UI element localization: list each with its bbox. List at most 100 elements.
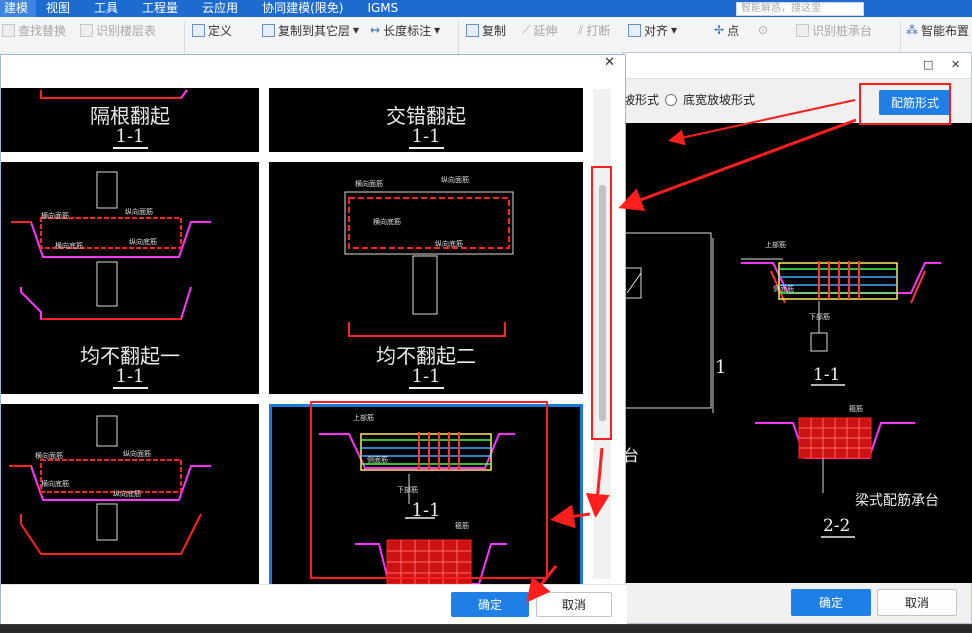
align-button[interactable]: 对齐 ▾ <box>628 21 677 39</box>
ok-button[interactable]: 确定 <box>451 592 529 617</box>
option-cell-beam-rebar[interactable]: 上部筋 侧面筋 下部筋 箍筋 1-1 <box>269 404 583 612</box>
menu-item-igms[interactable]: IGMS <box>357 0 412 17</box>
maximize-icon[interactable]: □ <box>923 58 933 71</box>
option-cell-alternate-lift[interactable]: 隔根翻起 1-1 <box>1 88 259 152</box>
dimension-icon: ↔ <box>370 23 381 37</box>
bottom-wide-radio[interactable] <box>665 93 678 106</box>
ribbon-divider <box>184 21 185 55</box>
option-cell-no-lift-one[interactable]: 横向面筋 纵向面筋 横向底筋 纵向底筋 均不翻起一 1-1 <box>1 162 259 394</box>
svg-text:侧面筋: 侧面筋 <box>367 455 388 464</box>
back-dialog-titlebar: □ ✕ <box>623 53 971 79</box>
close-icon[interactable]: ✕ <box>604 55 615 70</box>
svg-text:横向面筋: 横向面筋 <box>355 179 383 188</box>
copy-to-floor-button[interactable]: 复制到其它层 ▾ <box>262 21 359 39</box>
close-icon[interactable]: ✕ <box>951 58 960 71</box>
dialog-titlebar: ✕ <box>1 55 625 73</box>
rebar-form-dialog: ✕ 隔根翻起 1-1 交错翻起 1-1 横向面筋 纵向面筋 横向底筋 纵向底筋 … <box>0 54 627 624</box>
break-button[interactable]: ⫽ 打断 <box>578 21 610 39</box>
identify-floor-icon <box>80 23 93 37</box>
dialog-footer: 确定 取消 <box>1 584 627 624</box>
smart-layout-button[interactable]: ⁂ 智能布置 <box>906 21 969 39</box>
section-2-2-label: 2-2 <box>823 516 850 536</box>
back-ok-button[interactable]: 确定 <box>791 589 871 616</box>
rebar-form-grid: 隔根翻起 1-1 交错翻起 1-1 横向面筋 纵向面筋 横向底筋 纵向底筋 均不… <box>1 80 591 612</box>
svg-text:横向底筋: 横向底筋 <box>373 217 401 226</box>
find-replace-icon <box>2 23 15 37</box>
identify-pile-button[interactable]: 识别桩承台 <box>796 21 872 39</box>
svg-text:横向面筋: 横向面筋 <box>35 451 63 460</box>
option-cell-no-lift-two[interactable]: 横向面筋 纵向面筋 横向底筋 纵向底筋 均不翻起二 1-1 <box>269 162 583 394</box>
back-preview-canvas: 1 台 上部筋 侧面筋 下部筋 <box>623 123 972 583</box>
back-preview-drawing: 1 台 上部筋 侧面筋 下部筋 <box>623 232 941 538</box>
scrollbar-thumb[interactable] <box>599 185 606 421</box>
extend-button[interactable]: ⟋ 延伸 <box>522 21 557 39</box>
cell-caption: 隔根翻起 <box>90 104 170 128</box>
smart-layout-icon: ⁂ <box>906 23 918 37</box>
column-outline <box>623 232 712 409</box>
hatch-line <box>626 272 642 294</box>
svg-text:纵向底筋: 纵向底筋 <box>113 489 141 498</box>
slope-options: 坡形式 底宽放坡形式 <box>623 91 755 108</box>
identify-floor-button[interactable]: 识别楼层表 <box>80 21 156 39</box>
svg-text:横向底筋: 横向底筋 <box>41 479 69 488</box>
caption-beam-cap: 梁式配筋承台 <box>855 492 939 509</box>
svg-text:横向底筋: 横向底筋 <box>55 241 83 250</box>
cancel-button[interactable]: 取消 <box>536 592 612 617</box>
menu-item-cloud[interactable]: 云应用 <box>192 0 252 17</box>
define-icon <box>192 23 205 37</box>
rotate-icon: ⊙ <box>758 23 769 37</box>
svg-text:下部筋: 下部筋 <box>397 485 418 494</box>
cell-section: 1-1 <box>269 366 583 389</box>
back-cancel-button[interactable]: 取消 <box>877 589 957 616</box>
point-button[interactable]: ✢ 点 <box>714 21 739 39</box>
menu-item-collab[interactable]: 协同建模(限免) <box>252 0 357 17</box>
menu-bar: 建模 视图 工具 工程量 云应用 协同建模(限免) IGMS 智能解惑，搜这里 <box>0 0 972 17</box>
search-input[interactable]: 智能解惑，搜这里 <box>736 1 864 16</box>
cell-section: 1-1 <box>411 500 441 521</box>
ribbon-divider <box>458 21 459 55</box>
option-slope-label[interactable]: 坡形式 <box>623 91 659 108</box>
extend-icon: ⟋ <box>522 22 531 37</box>
svg-text:纵向面筋: 纵向面筋 <box>125 207 153 216</box>
rebar-form-button[interactable]: 配筋形式 <box>879 90 951 115</box>
copy-icon <box>466 23 479 37</box>
option-cell-side-lift[interactable]: 横向面筋 纵向面筋 横向底筋 纵向底筋 <box>1 404 259 612</box>
option-cell-staggered-lift[interactable]: 交错翻起 1-1 <box>269 88 583 152</box>
chevron-down-icon: ▾ <box>353 23 360 37</box>
svg-text:纵向底筋: 纵向底筋 <box>435 239 463 248</box>
cell-caption: 均不翻起二 <box>376 344 476 368</box>
ribbon-toolbar: 查找替换 识别楼层表 定义 复制到其它层 ▾ ↔ 长度标注 ▾ 复制 ⟋ 延伸 ⫽ 打断 … <box>0 17 972 57</box>
vertical-scrollbar[interactable] <box>593 89 611 579</box>
cell-caption: 均不翻起一 <box>80 344 180 368</box>
cell-section: 1-1 <box>1 366 259 389</box>
rotate-point-button[interactable]: ⊙ <box>758 21 768 39</box>
ribbon-divider <box>900 21 901 55</box>
status-strip <box>0 624 972 633</box>
cell-section: 1-1 <box>1 126 259 149</box>
svg-text:纵向底筋: 纵向底筋 <box>129 237 157 246</box>
cell-caption: 交错翻起 <box>386 104 466 128</box>
svg-text:箍筋: 箍筋 <box>849 404 863 413</box>
section-1-1-drawing: 上部筋 侧面筋 下部筋 1-1 <box>741 240 941 386</box>
label-one: 1 <box>715 357 726 378</box>
section-1-1-label: 1-1 <box>813 365 840 385</box>
column-hatch <box>624 267 642 299</box>
option-bottom-wide-label[interactable]: 底宽放坡形式 <box>683 91 755 108</box>
svg-text:纵向面筋: 纵向面筋 <box>123 449 151 458</box>
svg-text:箍筋: 箍筋 <box>455 521 469 530</box>
menu-item-tools[interactable]: 工具 <box>84 0 132 17</box>
align-icon <box>628 23 641 37</box>
svg-text:侧面筋: 侧面筋 <box>773 284 794 293</box>
back-dialog: □ ✕ 坡形式 底宽放坡形式 配筋形式 1 台 上部筋 侧面筋 1-1 箍筋 2… <box>622 52 972 624</box>
chevron-down-icon: ▾ <box>671 23 678 37</box>
length-mark-button[interactable]: ↔ 长度标注 ▾ <box>370 21 440 39</box>
find-replace-button[interactable]: 查找替换 <box>2 21 66 39</box>
copy-button[interactable]: 复制 <box>466 21 506 39</box>
point-icon: ✢ <box>714 23 725 37</box>
svg-text:纵向面筋: 纵向面筋 <box>441 175 469 184</box>
menu-item-build[interactable]: 建模 <box>0 0 37 17</box>
menu-item-quantity[interactable]: 工程量 <box>132 0 192 17</box>
menu-item-view[interactable]: 视图 <box>36 0 84 17</box>
define-button[interactable]: 定义 <box>192 21 232 39</box>
chevron-down-icon: ▾ <box>434 23 441 37</box>
